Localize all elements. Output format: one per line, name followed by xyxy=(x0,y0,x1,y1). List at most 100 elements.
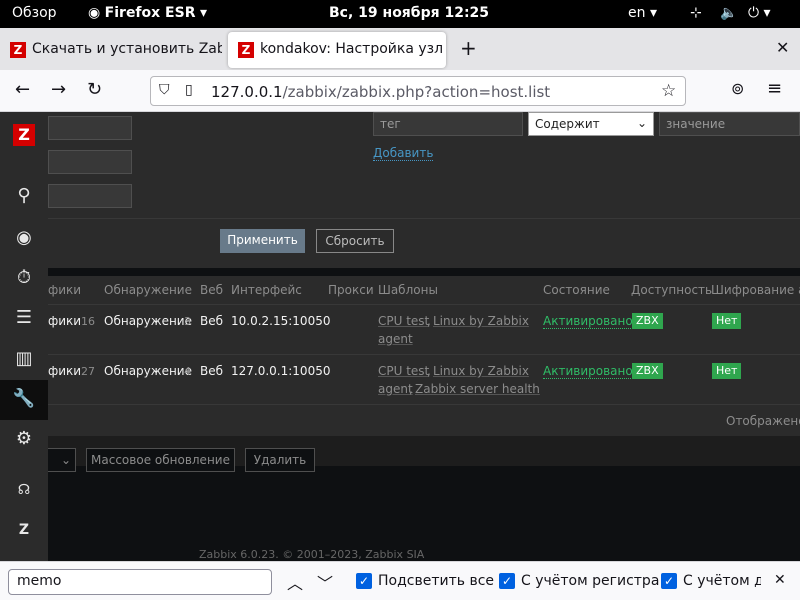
tab-label: Скачать и установить Zab xyxy=(32,41,222,57)
highlight-all-label[interactable]: Подсветить все xyxy=(378,573,494,589)
filter-input-ip[interactable] xyxy=(48,184,132,208)
clock[interactable]: Вс, 19 ноября 12:25 xyxy=(329,5,489,21)
url-host: 127.0.0.1 xyxy=(211,83,283,101)
zabbix-logo[interactable]: Z xyxy=(13,124,35,146)
template-link[interactable]: agent xyxy=(378,382,413,396)
star-icon[interactable]: ☆ xyxy=(661,81,676,101)
find-input[interactable]: memo xyxy=(8,569,272,595)
language-indicator[interactable]: en ▾ xyxy=(628,5,657,21)
network-icon[interactable]: ⊹ xyxy=(690,5,702,21)
monitoring-eye-icon[interactable]: ◉ xyxy=(0,227,48,248)
inventory-list-icon[interactable]: ☰ xyxy=(0,307,48,328)
close-window-icon[interactable]: ✕ xyxy=(776,38,789,57)
activities-button[interactable]: Обзор xyxy=(12,5,57,21)
reports-chart-icon[interactable]: ▥ xyxy=(0,348,48,369)
interface-value: 127.0.0.1:10050 xyxy=(231,364,331,378)
col-discovery[interactable]: Обнаружение xyxy=(104,283,192,297)
search-icon[interactable]: ⚲ xyxy=(0,185,48,206)
filter-input-dns[interactable] xyxy=(48,150,132,174)
zabbix-favicon-icon: Z xyxy=(10,42,26,58)
row-divider xyxy=(48,404,800,405)
col-availability[interactable]: Доступность xyxy=(631,283,712,297)
graphs-count: 16 xyxy=(81,315,95,328)
back-icon[interactable]: ← xyxy=(15,79,30,100)
diacritics-checkbox[interactable]: ✓ xyxy=(661,573,677,589)
add-tag-link[interactable]: Добавить xyxy=(373,146,434,161)
filter-input-name[interactable] xyxy=(48,116,132,140)
col-proxy[interactable]: Прокси xyxy=(328,283,374,297)
highlight-all-checkbox[interactable]: ✓ xyxy=(356,573,372,589)
interface-value: 10.0.2.15:10050 xyxy=(231,314,331,328)
template-link[interactable]: CPU test xyxy=(378,364,429,378)
template-link[interactable]: Linux by Zabbix xyxy=(433,364,529,378)
template-link[interactable]: Linux by Zabbix xyxy=(433,314,529,328)
select-all-dropdown[interactable]: ⌄ xyxy=(48,448,76,472)
administration-gear-icon[interactable]: ⚙ xyxy=(0,428,48,449)
apply-button[interactable]: Применить xyxy=(220,229,305,253)
discovery-link[interactable]: Обнаружение xyxy=(104,364,192,378)
services-stopwatch-icon[interactable]: ⏱ xyxy=(0,267,48,288)
template-link[interactable]: CPU test xyxy=(378,314,429,328)
shield-icon[interactable]: ⛉ xyxy=(159,82,170,98)
url-path: /zabbix/zabbix.php?action=host.list xyxy=(282,83,551,101)
diacritics-label[interactable]: С учётом ди xyxy=(683,573,761,589)
app-name: Firefox ESR xyxy=(104,5,196,21)
status-toggle[interactable]: Активировано xyxy=(543,314,633,329)
displayed-count: Отображено xyxy=(726,414,800,428)
encryption-badge: Нет xyxy=(712,363,742,379)
app-menu[interactable]: ◉ Firefox ESR ▾ xyxy=(88,5,207,21)
tag-operator-select[interactable]: Содержит ⌄ xyxy=(528,112,654,136)
tag-name-input[interactable]: тег xyxy=(373,112,523,136)
find-next-icon[interactable]: ﹀ xyxy=(317,570,333,594)
firefox-icon: ◉ xyxy=(88,5,101,21)
reload-icon[interactable]: ↻ xyxy=(87,79,102,100)
col-encryption[interactable]: Шифрование аг xyxy=(711,283,800,297)
page-icon[interactable]: ▯ xyxy=(185,82,193,98)
row-divider xyxy=(48,304,800,305)
host-filter: тег Содержит ⌄ значение Добавить Применит… xyxy=(48,112,800,268)
url-bar[interactable]: ⛉ ▯ 127.0.0.1/zabbix/zabbix.php?action=h… xyxy=(150,76,686,106)
hosts-table: фики Обнаружение Веб Интерфейс Прокси Ша… xyxy=(48,276,800,436)
graphs-link[interactable]: фики xyxy=(48,314,81,328)
chevron-down-icon: ⌄ xyxy=(636,116,647,130)
close-find-icon[interactable]: ✕ xyxy=(774,572,786,588)
match-case-label[interactable]: С учётом регистра xyxy=(521,573,659,589)
tag-value-input[interactable]: значение xyxy=(659,112,800,136)
filter-divider xyxy=(48,218,800,219)
match-case-checkbox[interactable]: ✓ xyxy=(499,573,515,589)
template-link[interactable]: Zabbix server health xyxy=(415,382,540,396)
availability-badge: ZBX xyxy=(632,313,663,329)
discovery-link[interactable]: Обнаружение xyxy=(104,314,192,328)
zabbix-share-icon[interactable]: Z xyxy=(0,522,48,538)
find-bar: memo ︿ ﹀ ✓ Подсветить все ✓ С учётом рег… xyxy=(0,561,800,600)
col-graphs[interactable]: фики xyxy=(48,283,81,297)
discovery-count: 4 xyxy=(184,365,191,378)
new-tab-icon[interactable]: + xyxy=(460,36,477,60)
template-link[interactable]: agent xyxy=(378,332,413,346)
graphs-count: 27 xyxy=(81,365,95,378)
mass-update-button[interactable]: Массовое обновление xyxy=(86,448,235,472)
tab-download[interactable]: Z Скачать и установить Zab xyxy=(0,32,222,68)
pocket-icon[interactable]: ⊚ xyxy=(731,79,744,98)
col-interface[interactable]: Интерфейс xyxy=(231,283,302,297)
menu-icon[interactable]: ≡ xyxy=(767,78,782,99)
status-toggle[interactable]: Активировано xyxy=(543,364,633,379)
col-templates[interactable]: Шаблоны xyxy=(378,283,438,297)
col-web[interactable]: Веб xyxy=(200,283,223,297)
forward-icon[interactable]: → xyxy=(51,79,66,100)
delete-button[interactable]: Удалить xyxy=(245,448,315,472)
power-icon[interactable]: ⏻ ▾ xyxy=(748,5,771,21)
graphs-link[interactable]: фики xyxy=(48,364,81,378)
web-link[interactable]: Веб xyxy=(200,314,223,328)
tab-host-config[interactable]: Z kondakov: Настройка узл xyxy=(228,32,446,68)
configuration-wrench-icon[interactable]: 🔧 xyxy=(0,388,48,409)
volume-icon[interactable]: 🔈 xyxy=(720,5,737,21)
web-link[interactable]: Веб xyxy=(200,364,223,378)
support-headset-icon[interactable]: ☊ xyxy=(0,482,48,498)
zabbix-favicon-icon: Z xyxy=(238,42,254,58)
col-status[interactable]: Состояние xyxy=(543,283,610,297)
find-previous-icon[interactable]: ︿ xyxy=(287,570,303,594)
tab-strip: Z Скачать и установить Zab Z kondakov: Н… xyxy=(0,28,800,70)
reset-button[interactable]: Сбросить xyxy=(316,229,394,253)
zabbix-sidebar: Z ⚲ ◉ ⏱ ☰ ▥ 🔧 ⚙ ☊ Z xyxy=(0,112,48,568)
